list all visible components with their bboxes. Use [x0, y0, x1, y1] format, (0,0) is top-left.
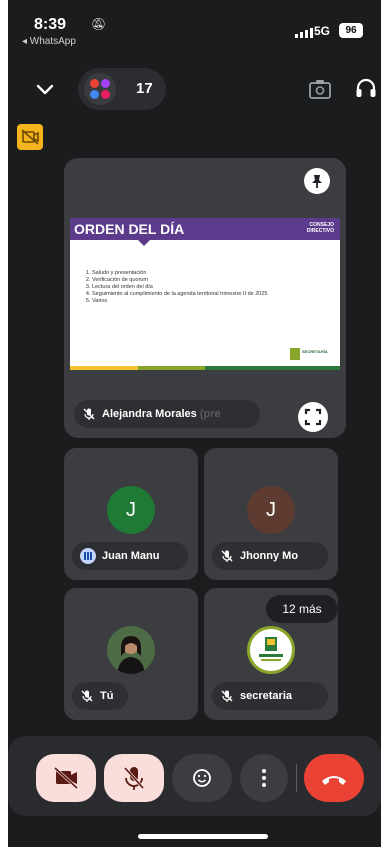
pin-icon [312, 175, 322, 188]
home-indicator[interactable] [138, 834, 268, 839]
participant-name-pill: Juan Manu [72, 542, 188, 570]
mic-off-icon [123, 766, 145, 790]
shared-slide: ORDEN DEL DÍA CONSEJO DIRECTIVO Saludo y… [70, 218, 340, 370]
participant-name: Tú [100, 690, 114, 702]
mic-off-icon [83, 408, 95, 420]
speaking-indicator-icon [80, 548, 96, 564]
presentation-tile[interactable]: ORDEN DEL DÍA CONSEJO DIRECTIVO Saludo y… [64, 158, 346, 438]
participant-name: Juan Manu [102, 550, 160, 562]
slide-stripe [70, 366, 340, 370]
call-controls-bar [8, 736, 381, 816]
end-call-button[interactable] [304, 754, 364, 802]
avatar: J [247, 486, 295, 534]
participant-name-pill: secretaria [212, 682, 328, 710]
participant-name-pill: Tú [72, 682, 128, 710]
profile-photo [107, 626, 155, 674]
mic-off-icon [221, 550, 233, 562]
participant-name: secretaria [240, 690, 292, 702]
screen-share-badge[interactable] [17, 124, 43, 150]
presenter-name-text: Alejandra Morales [102, 408, 197, 420]
slide-tag-line2: DIRECTIVO [306, 228, 334, 234]
camera-off-icon [53, 766, 79, 790]
participant-count: 17 [136, 80, 153, 97]
participant-name-pill: Jhonny Mo [212, 542, 328, 570]
presenter-name-suffix: (pre [199, 408, 221, 420]
back-to-app-link[interactable]: ◂ WhatsApp [22, 36, 76, 47]
more-vert-icon [262, 769, 266, 787]
switch-camera-icon[interactable] [308, 78, 332, 100]
mic-off-icon [221, 690, 233, 702]
avatar [247, 626, 295, 674]
presenter-name: Alejandra Morales (pre [102, 408, 221, 420]
battery-level: 96 [339, 23, 363, 38]
more-participants-button[interactable]: 12 más [266, 595, 338, 623]
status-bar: 8:39 🔕︎ ◂ WhatsApp 5G 96 [8, 0, 381, 52]
no-video-icon [21, 129, 39, 145]
network-type: 5G [314, 24, 331, 38]
controls-divider [296, 764, 297, 792]
collapse-chevron-icon[interactable] [34, 78, 56, 100]
fullscreen-button[interactable] [298, 402, 328, 432]
agenda-item: Verificación de quorum [92, 277, 282, 284]
participant-tile[interactable]: J Jhonny Mo [204, 448, 338, 580]
organization-logo [259, 637, 283, 661]
agenda-item: Varios [92, 298, 282, 305]
slide-notch [138, 240, 150, 246]
agenda-item: Seguimiento al cumplimiento de la agenda… [92, 291, 282, 298]
clock: 8:39 [34, 16, 67, 33]
slide-logo-text: SECRETARÍA [302, 349, 328, 354]
slide-tag: CONSEJO DIRECTIVO [307, 222, 334, 234]
silent-bell-icon: 🔕︎ [91, 17, 107, 31]
emoji-icon [193, 769, 211, 787]
hang-up-icon [322, 776, 346, 785]
meet-call-screen: 8:39 🔕︎ ◂ WhatsApp 5G 96 17 ORDEN DEL DÍ… [8, 0, 381, 847]
slide-title: ORDEN DEL DÍA [74, 221, 185, 237]
reactions-button[interactable] [172, 754, 232, 802]
participants-button[interactable]: 17 [78, 68, 166, 110]
participant-tile[interactable]: J Juan Manu [64, 448, 198, 580]
mic-toggle-button[interactable] [104, 754, 164, 802]
fullscreen-icon [304, 408, 322, 426]
pin-button[interactable] [304, 168, 330, 194]
participant-name: Jhonny Mo [240, 550, 299, 562]
self-tile[interactable]: Tú [64, 588, 198, 720]
participants-icon [84, 73, 116, 105]
mic-off-icon [81, 690, 93, 702]
camera-toggle-button[interactable] [36, 754, 96, 802]
slide-header: ORDEN DEL DÍA CONSEJO DIRECTIVO [70, 218, 340, 240]
avatar [107, 626, 155, 674]
agenda-item: Saludo y presentación [92, 270, 282, 277]
signal-icon [295, 28, 313, 38]
presenter-name-pill: Alejandra Morales (pre [74, 400, 260, 428]
more-options-button[interactable] [240, 754, 288, 802]
slide-logo: SECRETARÍA [290, 348, 328, 360]
agenda-item: Lectura del orden del día [92, 284, 282, 291]
audio-output-icon[interactable] [354, 76, 378, 100]
agenda-list: Saludo y presentación Verificación de qu… [92, 270, 282, 305]
avatar: J [107, 486, 155, 534]
